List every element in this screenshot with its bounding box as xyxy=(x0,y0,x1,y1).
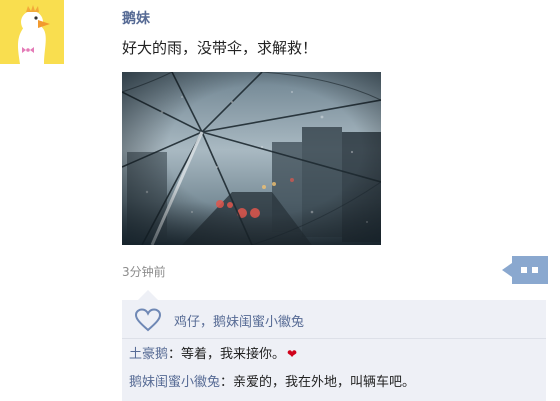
post-text: 好大的雨，没带伞，求解救！ xyxy=(122,39,318,57)
comment-author[interactable]: 鹅妹闺蜜小徽兔 xyxy=(129,375,220,390)
comment-author[interactable]: 土豪鹅 xyxy=(129,347,168,362)
interaction-panel: 鸡仔，鹅妹闺蜜小徽兔 土豪鹅：等着，我来接你。 ❤ 鹅妹闺蜜小徽兔：亲爱的，我在外… xyxy=(122,300,546,401)
avatar[interactable] xyxy=(0,0,64,64)
comment-separator: ： xyxy=(168,347,182,362)
likes-row: 鸡仔，鹅妹闺蜜小徽兔 xyxy=(134,308,304,332)
duck-avatar-icon xyxy=(0,0,64,64)
post-timestamp: 3分钟前 xyxy=(122,265,166,279)
comment-text: 亲爱的，我在外地，叫辆车吧。 xyxy=(233,375,416,390)
divider xyxy=(122,338,546,339)
comment-text: 等着，我来接你。 xyxy=(181,347,286,362)
panel-pointer xyxy=(138,290,158,300)
post-author-name[interactable]: 鹅妹 xyxy=(122,8,150,28)
comment-dots-icon xyxy=(502,256,548,284)
red-heart-icon: ❤ xyxy=(287,347,298,361)
comment-button[interactable] xyxy=(502,256,548,284)
post-photo[interactable] xyxy=(122,72,381,245)
heart-outline-icon[interactable] xyxy=(134,308,162,332)
likes-names[interactable]: 鸡仔，鹅妹闺蜜小徽兔 xyxy=(174,311,304,330)
comment-separator: ： xyxy=(220,375,234,390)
comment-item[interactable]: 土豪鹅：等着，我来接你。 ❤ xyxy=(129,343,297,362)
comment-item[interactable]: 鹅妹闺蜜小徽兔：亲爱的，我在外地，叫辆车吧。 xyxy=(129,371,415,390)
